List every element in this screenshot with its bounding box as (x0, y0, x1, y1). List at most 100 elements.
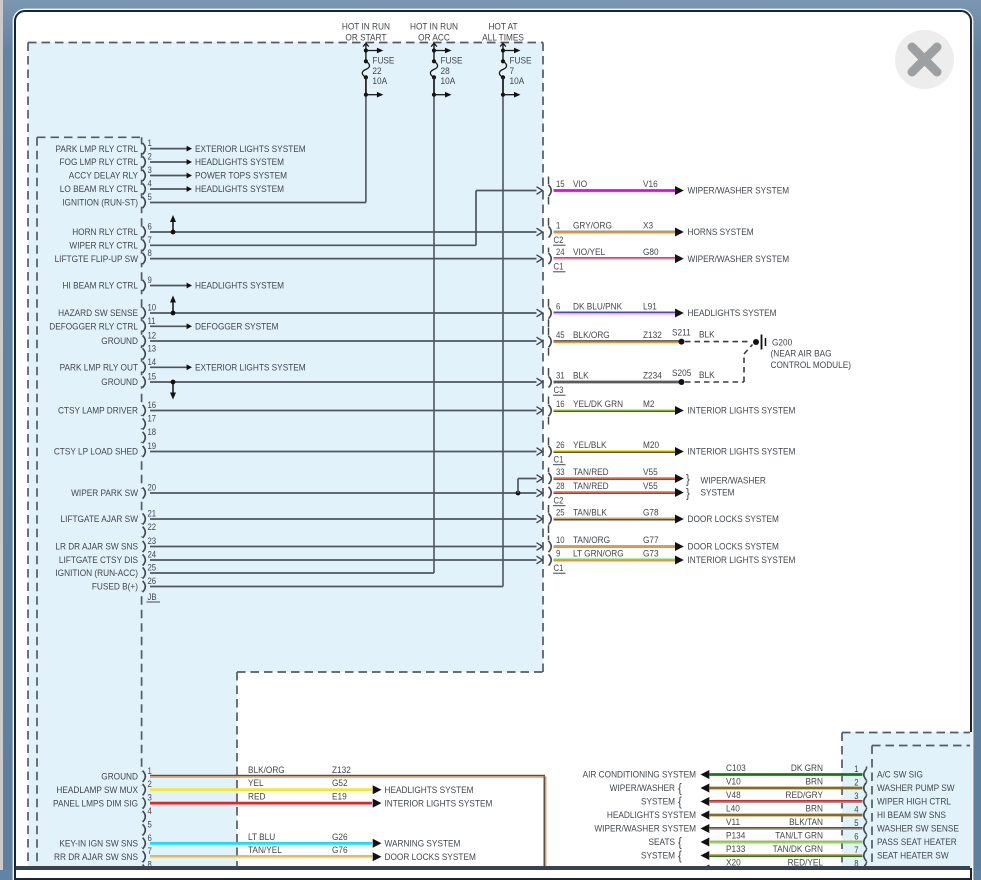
svg-text:EXTERIOR LIGHTS SYSTEM: EXTERIOR LIGHTS SYSTEM (195, 143, 306, 154)
svg-text:VIO: VIO (573, 179, 587, 190)
svg-text:HEADLIGHTS SYSTEM: HEADLIGHTS SYSTEM (607, 810, 696, 821)
svg-text:VIO/YEL: VIO/YEL (573, 247, 605, 258)
svg-text:INTERIOR LIGHTS SYSTEM: INTERIOR LIGHTS SYSTEM (688, 555, 796, 566)
svg-text:HI BEAM RLY CTRL: HI BEAM RLY CTRL (63, 280, 139, 291)
svg-text:2: 2 (148, 152, 153, 162)
svg-text:WASHER SW SENSE: WASHER SW SENSE (877, 823, 959, 834)
svg-text:7: 7 (148, 235, 153, 245)
svg-text:LR DR AJAR SW SNS: LR DR AJAR SW SNS (55, 541, 138, 552)
svg-text:WIPER HIGH CTRL: WIPER HIGH CTRL (877, 796, 951, 807)
svg-text:15: 15 (148, 372, 157, 382)
svg-text:C103: C103 (726, 763, 746, 774)
svg-text:HOT IN RUN: HOT IN RUN (410, 21, 458, 32)
svg-text:23: 23 (148, 537, 157, 547)
svg-text:TAN/DK GRN: TAN/DK GRN (773, 844, 823, 855)
svg-text:HAZARD SW SENSE: HAZARD SW SENSE (58, 308, 138, 319)
svg-text:A/C SW SIG: A/C SW SIG (877, 769, 923, 780)
svg-text:DK BLU/PNK: DK BLU/PNK (573, 301, 622, 312)
svg-text:4: 4 (148, 807, 153, 817)
svg-text:3: 3 (148, 166, 153, 176)
svg-text:17: 17 (148, 414, 157, 424)
svg-text:SYSTEM: SYSTEM (701, 487, 735, 498)
svg-text:HORNS SYSTEM: HORNS SYSTEM (688, 227, 754, 238)
svg-text:M20: M20 (643, 440, 659, 451)
svg-text:Z132: Z132 (643, 330, 662, 341)
svg-text:RR DR AJAR SW SNS: RR DR AJAR SW SNS (54, 851, 138, 862)
svg-text:1: 1 (148, 766, 153, 776)
svg-text:S211: S211 (672, 327, 691, 338)
svg-text:Z234: Z234 (643, 370, 662, 381)
svg-text:11: 11 (148, 316, 156, 326)
svg-text:1: 1 (556, 221, 561, 231)
svg-text:6: 6 (148, 222, 153, 232)
svg-text:V55: V55 (643, 467, 658, 478)
svg-text:FUSE: FUSE (441, 55, 463, 66)
svg-text:INTERIOR LIGHTS SYSTEM: INTERIOR LIGHTS SYSTEM (688, 446, 796, 457)
svg-text:CONTROL MODULE): CONTROL MODULE) (771, 360, 852, 371)
svg-text:6: 6 (854, 832, 859, 842)
svg-text:TAN/ORG: TAN/ORG (573, 535, 610, 546)
svg-text:KEY-IN IGN SW SNS: KEY-IN IGN SW SNS (59, 838, 138, 849)
svg-text:GROUND: GROUND (101, 771, 138, 782)
svg-text:2: 2 (854, 778, 859, 788)
svg-text:DOOR LOCKS SYSTEM: DOOR LOCKS SYSTEM (688, 514, 779, 525)
svg-text:TAN/RED: TAN/RED (573, 467, 609, 478)
svg-text:G77: G77 (643, 535, 659, 546)
svg-text:E19: E19 (332, 791, 347, 802)
svg-text:FOG LMP RLY CTRL: FOG LMP RLY CTRL (59, 157, 138, 168)
svg-text:21: 21 (148, 509, 157, 519)
svg-text:WIPER RLY CTRL: WIPER RLY CTRL (69, 240, 138, 251)
svg-text:22: 22 (148, 522, 157, 532)
svg-text:DEFOGGER SYSTEM: DEFOGGER SYSTEM (195, 321, 279, 332)
svg-text:SYSTEM: SYSTEM (641, 850, 675, 861)
svg-text:C2: C2 (554, 496, 564, 506)
svg-text:WASHER PUMP SW: WASHER PUMP SW (877, 783, 955, 794)
svg-text:C2: C2 (554, 236, 564, 246)
svg-text:M2: M2 (643, 399, 655, 410)
svg-text:16: 16 (556, 400, 565, 410)
svg-text:G76: G76 (332, 845, 348, 856)
svg-text:P134: P134 (726, 830, 745, 841)
svg-text:IGNITION (RUN-ST): IGNITION (RUN-ST) (62, 197, 138, 208)
svg-text:4: 4 (854, 805, 859, 815)
svg-text:V48: V48 (726, 790, 741, 801)
svg-text:LIFTGATE AJAR SW: LIFTGATE AJAR SW (61, 514, 139, 525)
svg-text:RED/GRY: RED/GRY (785, 790, 823, 801)
svg-text:SYSTEM: SYSTEM (641, 796, 675, 807)
svg-text:26: 26 (148, 577, 157, 587)
svg-text:L40: L40 (726, 803, 740, 814)
svg-text:10A: 10A (510, 75, 525, 86)
svg-text:DK GRN: DK GRN (791, 763, 823, 774)
svg-text:5: 5 (148, 820, 153, 830)
svg-text:WARNING SYSTEM: WARNING SYSTEM (385, 838, 461, 849)
svg-text:DEFOGGER RLY CTRL: DEFOGGER RLY CTRL (49, 321, 138, 332)
svg-text:45: 45 (556, 331, 565, 341)
svg-text:5: 5 (148, 193, 153, 203)
svg-text:INTERIOR LIGHTS SYSTEM: INTERIOR LIGHTS SYSTEM (688, 405, 796, 416)
svg-text:CTSY LAMP DRIVER: CTSY LAMP DRIVER (58, 405, 138, 416)
svg-text:G52: G52 (332, 778, 348, 789)
svg-text:12: 12 (148, 331, 157, 341)
svg-text:WIPER/WASHER SYSTEM: WIPER/WASHER SYSTEM (688, 185, 790, 196)
svg-text:INTERIOR LIGHTS SYSTEM: INTERIOR LIGHTS SYSTEM (385, 798, 493, 809)
svg-text:G80: G80 (643, 247, 659, 258)
svg-text:9: 9 (556, 549, 561, 559)
svg-text:YEL/DK GRN: YEL/DK GRN (573, 399, 623, 410)
svg-text:BRN: BRN (806, 803, 823, 814)
svg-text:V16: V16 (643, 179, 658, 190)
svg-text:25: 25 (556, 508, 565, 518)
svg-text:HOT IN RUN: HOT IN RUN (342, 21, 390, 32)
svg-text:P133: P133 (726, 844, 745, 855)
svg-text:OR START: OR START (345, 32, 387, 43)
svg-text:WIPER/WASHER: WIPER/WASHER (701, 475, 766, 486)
svg-text:13: 13 (148, 344, 157, 354)
svg-text:10A: 10A (441, 75, 456, 86)
svg-text:C1: C1 (554, 455, 564, 465)
svg-text:BLK: BLK (699, 329, 715, 340)
svg-text:33: 33 (556, 468, 565, 478)
svg-text:}: } (686, 486, 690, 501)
svg-text:28: 28 (556, 482, 565, 492)
svg-text:LIFTGTE FLIP-UP SW: LIFTGTE FLIP-UP SW (55, 253, 139, 264)
svg-text:BLK/ORG: BLK/ORG (248, 764, 285, 775)
svg-text:RED: RED (248, 791, 265, 802)
